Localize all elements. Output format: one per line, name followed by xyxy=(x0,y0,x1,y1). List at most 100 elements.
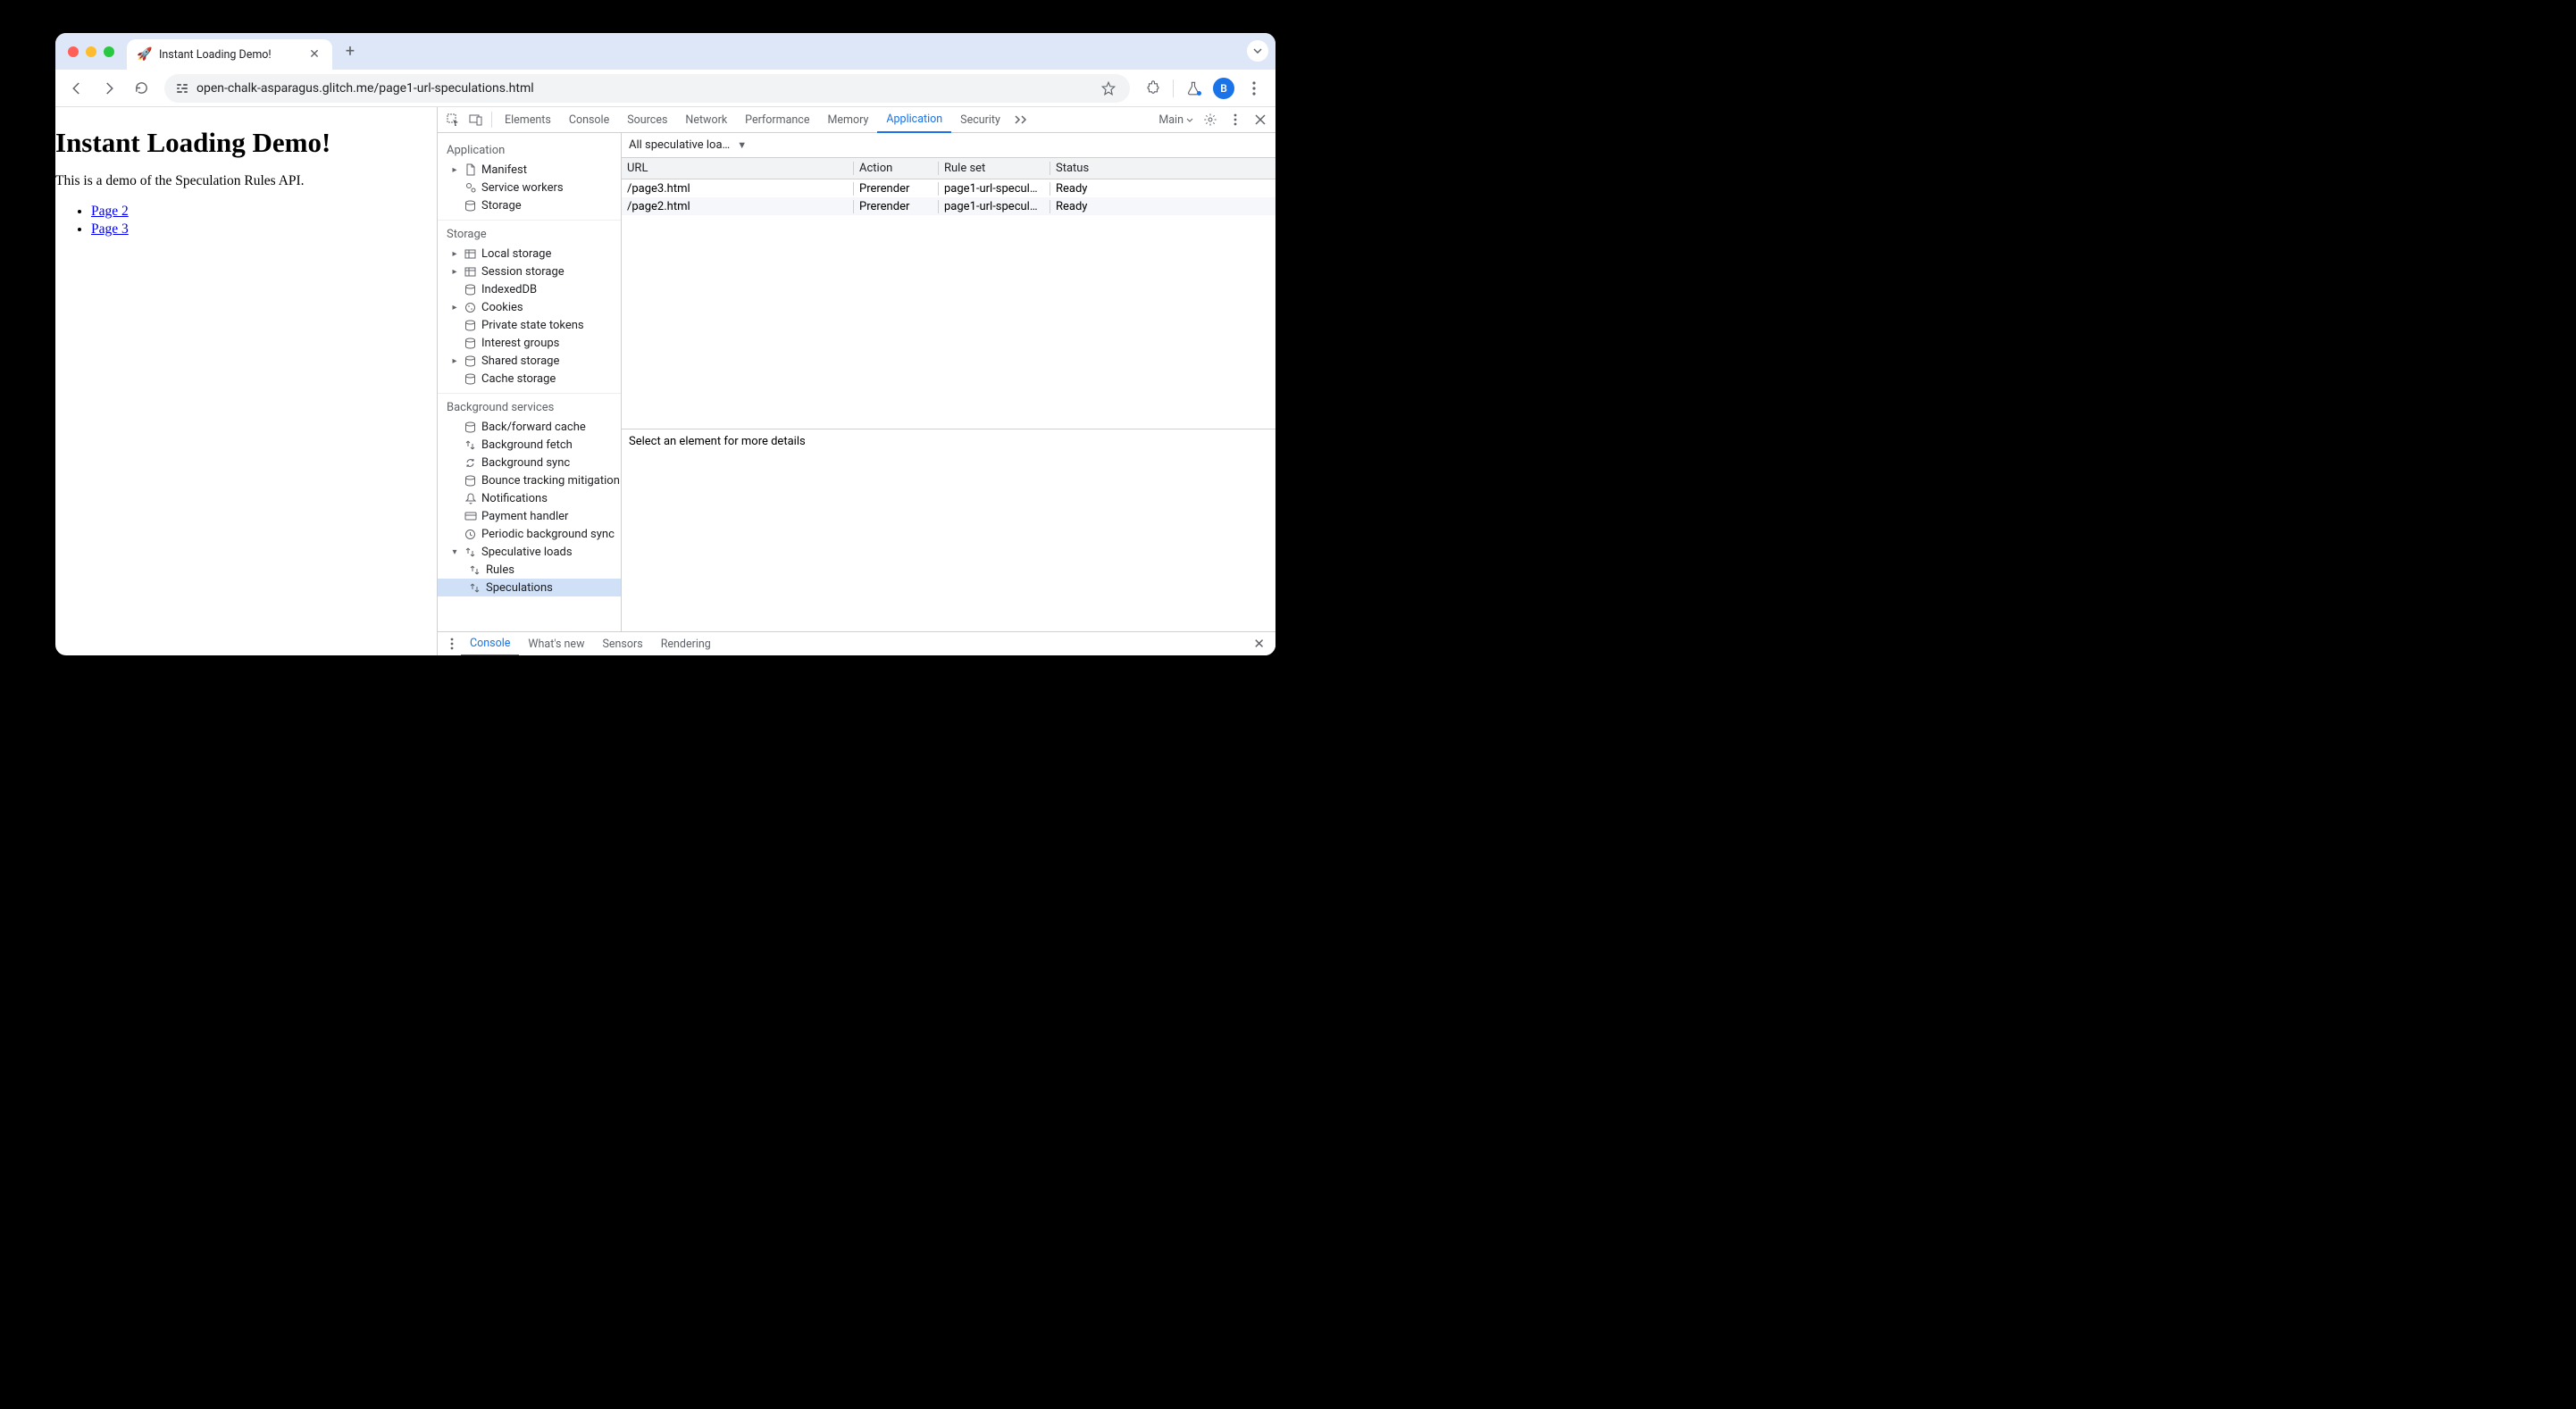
devtools-close-icon[interactable] xyxy=(1249,108,1272,131)
url-text: open-chalk-asparagus.glitch.me/page1-url… xyxy=(197,81,1091,96)
sidebar-item-background-sync[interactable]: Background sync xyxy=(438,454,621,471)
sidebar-item-session-storage[interactable]: ▸Session storage xyxy=(438,263,621,280)
close-tab-icon[interactable]: ✕ xyxy=(307,47,322,62)
table-row[interactable]: /page3.html Prerender page1-url-specul… … xyxy=(622,179,1275,197)
target-selector[interactable]: Main xyxy=(1155,113,1197,127)
tab-security[interactable]: Security xyxy=(951,107,1009,133)
sidebar-item-speculations[interactable]: Speculations xyxy=(438,579,621,596)
drawer-tab-whatsnew[interactable]: What's new xyxy=(519,632,593,656)
sidebar-item-cookies[interactable]: ▸Cookies xyxy=(438,298,621,316)
address-bar[interactable]: open-chalk-asparagus.glitch.me/page1-url… xyxy=(164,74,1130,103)
chrome-menu-icon[interactable] xyxy=(1240,74,1268,103)
database-icon xyxy=(464,354,477,368)
tab-network[interactable]: Network xyxy=(676,107,736,133)
sidebar-item-cache-storage[interactable]: Cache storage xyxy=(438,370,621,388)
tab-application[interactable]: Application xyxy=(877,107,951,133)
browser-window: 🚀 Instant Loading Demo! ✕ + open-chalk-a… xyxy=(55,33,1275,655)
extensions-icon[interactable] xyxy=(1139,74,1167,103)
filter-dropdown[interactable]: All speculative loa… xyxy=(629,138,730,152)
traffic-light-close[interactable] xyxy=(68,46,79,57)
table-body: /page3.html Prerender page1-url-specul… … xyxy=(622,179,1275,429)
toolbar-right: B xyxy=(1139,74,1268,103)
transfer-icon xyxy=(464,438,477,452)
back-button[interactable] xyxy=(63,74,91,103)
list-item: Page 3 xyxy=(91,221,437,238)
sidebar-item-periodic-sync[interactable]: Periodic background sync xyxy=(438,525,621,543)
application-sidebar: Application ▸Manifest Service workers St… xyxy=(438,133,622,631)
drawer-tab-rendering[interactable]: Rendering xyxy=(652,632,720,656)
drawer-tab-sensors[interactable]: Sensors xyxy=(593,632,651,656)
col-url[interactable]: URL xyxy=(622,162,854,175)
site-settings-icon[interactable] xyxy=(175,81,189,96)
content-area: Instant Loading Demo! This is a demo of … xyxy=(55,107,1275,655)
card-icon xyxy=(464,510,477,523)
tab-sources[interactable]: Sources xyxy=(618,107,676,133)
drawer-menu-icon[interactable] xyxy=(443,632,461,655)
chevron-down-icon[interactable]: ▼ xyxy=(737,139,747,151)
sidebar-item-shared-storage[interactable]: ▸Shared storage xyxy=(438,352,621,370)
new-tab-button[interactable]: + xyxy=(338,39,363,64)
labs-flask-icon[interactable] xyxy=(1179,74,1208,103)
sidebar-heading-storage: Storage xyxy=(438,226,621,245)
rendered-page: Instant Loading Demo! This is a demo of … xyxy=(55,107,437,655)
toolbar-divider xyxy=(1173,79,1174,97)
table-icon xyxy=(464,247,477,261)
database-icon xyxy=(464,199,477,213)
col-action[interactable]: Action xyxy=(854,162,939,175)
clock-icon xyxy=(464,528,477,541)
tab-elements[interactable]: Elements xyxy=(496,107,560,133)
tab-console[interactable]: Console xyxy=(560,107,618,133)
bell-icon xyxy=(464,492,477,505)
drawer-tab-console[interactable]: Console xyxy=(461,632,519,656)
list-item: Page 2 xyxy=(91,204,437,220)
tabs-dropdown-icon[interactable] xyxy=(1247,40,1268,62)
profile-avatar[interactable]: B xyxy=(1209,74,1238,103)
sidebar-item-bounce-tracking[interactable]: Bounce tracking mitigation xyxy=(438,471,621,489)
sidebar-item-payment-handler[interactable]: Payment handler xyxy=(438,507,621,525)
col-status[interactable]: Status xyxy=(1050,162,1275,175)
transfer-icon xyxy=(468,563,481,577)
page-intro: This is a demo of the Speculation Rules … xyxy=(55,173,437,189)
sidebar-item-notifications[interactable]: Notifications xyxy=(438,489,621,507)
sidebar-item-local-storage[interactable]: ▸Local storage xyxy=(438,245,621,263)
toolbar: open-chalk-asparagus.glitch.me/page1-url… xyxy=(55,70,1275,107)
col-ruleset[interactable]: Rule set xyxy=(939,162,1050,175)
table-icon xyxy=(464,265,477,279)
page-link[interactable]: Page 2 xyxy=(91,204,129,219)
table-row[interactable]: /page2.html Prerender page1-url-specul… … xyxy=(622,197,1275,215)
devtools-body: Application ▸Manifest Service workers St… xyxy=(438,133,1275,631)
inspect-element-icon[interactable] xyxy=(441,108,464,131)
document-icon xyxy=(464,163,477,177)
transfer-icon xyxy=(468,581,481,595)
sidebar-item-service-workers[interactable]: Service workers xyxy=(438,179,621,196)
sidebar-item-bfcache[interactable]: Back/forward cache xyxy=(438,418,621,436)
devtools-drawer: Console What's new Sensors Rendering ✕ xyxy=(438,631,1275,655)
sidebar-item-rules[interactable]: Rules xyxy=(438,561,621,579)
device-toolbar-icon[interactable] xyxy=(464,108,488,131)
tab-memory[interactable]: Memory xyxy=(818,107,877,133)
sidebar-item-interest-groups[interactable]: Interest groups xyxy=(438,334,621,352)
table-header: URL Action Rule set Status xyxy=(622,158,1275,179)
sidebar-item-private-state-tokens[interactable]: Private state tokens xyxy=(438,316,621,334)
drawer-close-icon[interactable]: ✕ xyxy=(1248,636,1270,652)
page-link[interactable]: Page 3 xyxy=(91,221,129,237)
forward-button[interactable] xyxy=(95,74,123,103)
gears-icon xyxy=(464,181,477,195)
bookmark-star-icon[interactable] xyxy=(1098,78,1119,99)
traffic-light-maximize[interactable] xyxy=(104,46,114,57)
tab-performance[interactable]: Performance xyxy=(736,107,818,133)
more-tabs-icon[interactable] xyxy=(1009,108,1033,131)
sidebar-item-speculative-loads[interactable]: ▾Speculative loads xyxy=(438,543,621,561)
devtools-tabbar: Elements Console Sources Network Perform… xyxy=(438,107,1275,133)
browser-tab[interactable]: 🚀 Instant Loading Demo! ✕ xyxy=(127,39,332,70)
reload-button[interactable] xyxy=(127,74,155,103)
database-icon xyxy=(464,283,477,296)
cookie-icon xyxy=(464,301,477,314)
traffic-light-minimize[interactable] xyxy=(86,46,96,57)
sidebar-item-manifest[interactable]: ▸Manifest xyxy=(438,161,621,179)
sidebar-item-background-fetch[interactable]: Background fetch xyxy=(438,436,621,454)
sidebar-item-indexeddb[interactable]: IndexedDB xyxy=(438,280,621,298)
settings-gear-icon[interactable] xyxy=(1199,108,1222,131)
sidebar-item-storage[interactable]: Storage xyxy=(438,196,621,214)
devtools-menu-icon[interactable] xyxy=(1224,108,1247,131)
